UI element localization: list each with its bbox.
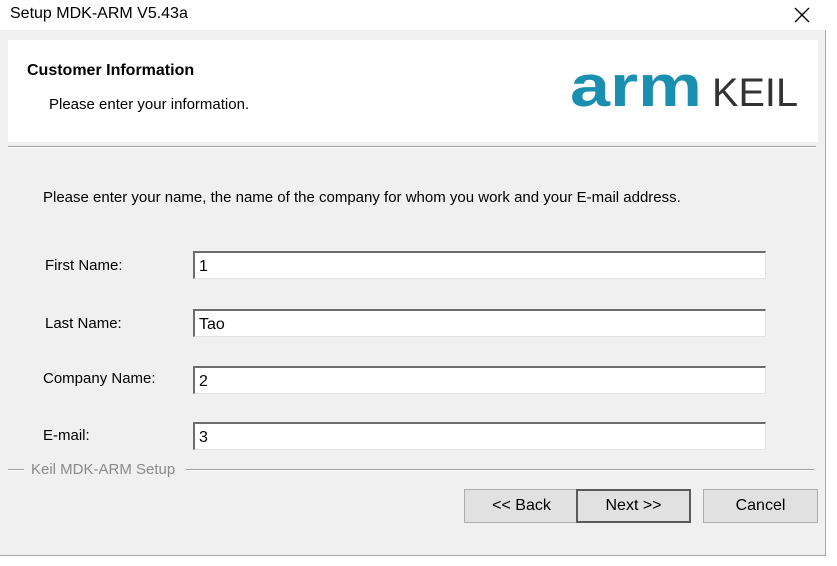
back-button[interactable]: << Back — [464, 489, 579, 523]
last-name-label: Last Name: — [45, 315, 122, 332]
group-line-left — [8, 469, 24, 471]
close-button[interactable] — [778, 0, 826, 30]
group-line-right — [186, 469, 814, 471]
header-panel: Customer Information Please enter your i… — [8, 40, 818, 142]
next-button[interactable]: Next >> — [576, 489, 691, 523]
page-title: Customer Information — [27, 62, 195, 79]
logo-keil-text: KEIL — [712, 71, 798, 112]
cancel-button[interactable]: Cancel — [703, 489, 818, 523]
last-name-input[interactable] — [193, 309, 766, 337]
page-subtitle: Please enter your information. — [49, 96, 250, 113]
email-input[interactable] — [193, 422, 766, 450]
window-title: Setup MDK-ARM V5.43a — [10, 5, 188, 22]
first-name-label: First Name: — [45, 257, 123, 274]
instructions-text: Please enter your name, the name of the … — [43, 189, 681, 206]
company-name-label: Company Name: — [43, 370, 156, 387]
close-icon — [794, 7, 810, 23]
setup-dialog: Setup MDK-ARM V5.43a Customer Informatio… — [0, 0, 826, 556]
group-label: Keil MDK-ARM Setup — [29, 461, 180, 478]
company-name-input[interactable] — [193, 366, 766, 394]
first-name-input[interactable] — [193, 251, 766, 279]
email-label: E-mail: — [43, 427, 90, 444]
header-separator — [8, 146, 816, 148]
arm-keil-logo: arm KEIL — [570, 62, 798, 112]
logo-arm-text: arm — [570, 62, 702, 112]
title-bar: Setup MDK-ARM V5.43a — [0, 0, 826, 30]
